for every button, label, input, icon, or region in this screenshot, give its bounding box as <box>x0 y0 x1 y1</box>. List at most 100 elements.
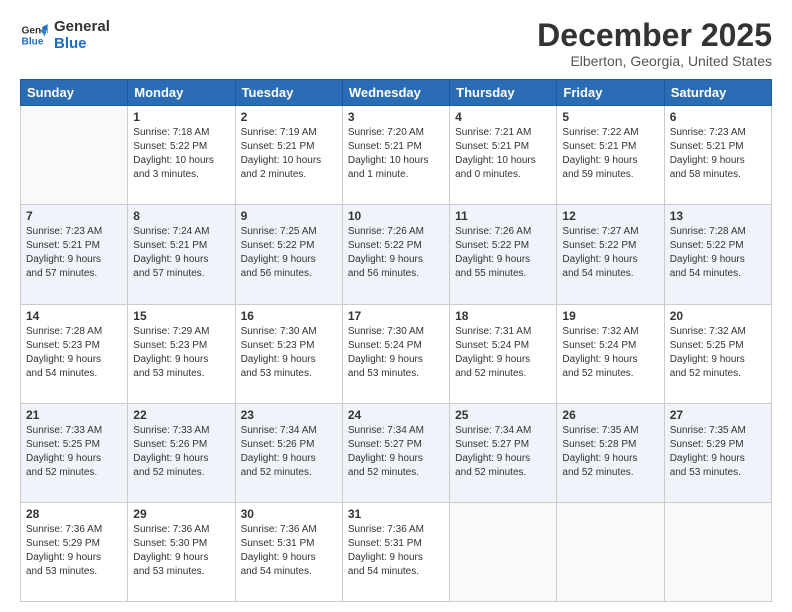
day-number: 7 <box>26 209 122 223</box>
calendar-cell: 3Sunrise: 7:20 AM Sunset: 5:21 PM Daylig… <box>342 106 449 205</box>
cell-info: Sunrise: 7:26 AM Sunset: 5:22 PM Dayligh… <box>348 225 444 281</box>
calendar-cell: 20 Sunrise: 7:32 AM Sunset: 5:25 PM Dayli… <box>664 304 771 403</box>
cell-info: Sunrise: 7:31 AM Sunset: 5:24 PM Dayligh… <box>455 325 551 381</box>
cell-info: Sunrise: 7:35 AM Sunset: 5:29 PM Dayligh… <box>670 424 766 480</box>
day-number: 24 <box>348 408 444 422</box>
cell-info: Sunrise: 7:36 AM Sunset: 5:31 PM Dayligh… <box>241 523 337 579</box>
cell-info: Sunrise: 7:34 AM Sunset: 5:26 PM Dayligh… <box>241 424 337 480</box>
day-number: 11 <box>455 209 551 223</box>
calendar-cell: 29 Sunrise: 7:36 AM Sunset: 5:30 PM Dayli… <box>128 502 235 601</box>
cell-info: Sunrise: 7:21 AM Sunset: 5:21 PM Dayligh… <box>455 126 551 182</box>
logo: General Blue General Blue <box>20 18 110 53</box>
cell-info: Sunrise: 7:32 AM Sunset: 5:24 PM Dayligh… <box>562 325 658 381</box>
calendar-cell: 22 Sunrise: 7:33 AM Sunset: 5:26 PM Dayli… <box>128 403 235 502</box>
calendar-cell: 25Sunrise: 7:34 AM Sunset: 5:27 PM Dayli… <box>450 403 557 502</box>
calendar-header-cell: Saturday <box>664 80 771 106</box>
month-title: December 2025 <box>537 18 772 53</box>
calendar-cell: 23 Sunrise: 7:34 AM Sunset: 5:26 PM Dayli… <box>235 403 342 502</box>
calendar-header-cell: Sunday <box>21 80 128 106</box>
calendar-header-cell: Friday <box>557 80 664 106</box>
day-number: 9 <box>241 209 337 223</box>
day-number: 22 <box>133 408 229 422</box>
calendar-cell: 13Sunrise: 7:28 AM Sunset: 5:22 PM Dayli… <box>664 205 771 304</box>
day-number: 10 <box>348 209 444 223</box>
day-number: 19 <box>562 309 658 323</box>
calendar-cell: 27 Sunrise: 7:35 AM Sunset: 5:29 PM Dayli… <box>664 403 771 502</box>
calendar-week-row: 28 Sunrise: 7:36 AM Sunset: 5:29 PM Dayli… <box>21 502 772 601</box>
cell-info: Sunrise: 7:29 AM Sunset: 5:23 PM Dayligh… <box>133 325 229 381</box>
calendar-cell: 9Sunrise: 7:25 AM Sunset: 5:22 PM Daylig… <box>235 205 342 304</box>
calendar-week-row: 21 Sunrise: 7:33 AM Sunset: 5:25 PM Dayli… <box>21 403 772 502</box>
calendar-body: 1Sunrise: 7:18 AM Sunset: 5:22 PM Daylig… <box>21 106 772 602</box>
cell-info: Sunrise: 7:28 AM Sunset: 5:23 PM Dayligh… <box>26 325 122 381</box>
calendar-cell: 6 Sunrise: 7:23 AM Sunset: 5:21 PM Daylig… <box>664 106 771 205</box>
cell-info: Sunrise: 7:24 AM Sunset: 5:21 PM Dayligh… <box>133 225 229 281</box>
calendar-cell <box>21 106 128 205</box>
calendar-cell: 18 Sunrise: 7:31 AM Sunset: 5:24 PM Dayli… <box>450 304 557 403</box>
day-number: 29 <box>133 507 229 521</box>
calendar-week-row: 7 Sunrise: 7:23 AM Sunset: 5:21 PM Daylig… <box>21 205 772 304</box>
logo-line1: General <box>54 18 110 35</box>
calendar-header-cell: Wednesday <box>342 80 449 106</box>
calendar-cell: 19 Sunrise: 7:32 AM Sunset: 5:24 PM Dayli… <box>557 304 664 403</box>
calendar-cell <box>664 502 771 601</box>
cell-info: Sunrise: 7:33 AM Sunset: 5:26 PM Dayligh… <box>133 424 229 480</box>
cell-info: Sunrise: 7:18 AM Sunset: 5:22 PM Dayligh… <box>133 126 229 182</box>
svg-text:Blue: Blue <box>22 37 44 48</box>
day-number: 13 <box>670 209 766 223</box>
cell-info: Sunrise: 7:36 AM Sunset: 5:31 PM Dayligh… <box>348 523 444 579</box>
calendar-cell: 1Sunrise: 7:18 AM Sunset: 5:22 PM Daylig… <box>128 106 235 205</box>
cell-info: Sunrise: 7:32 AM Sunset: 5:25 PM Dayligh… <box>670 325 766 381</box>
calendar-cell: 10 Sunrise: 7:26 AM Sunset: 5:22 PM Dayli… <box>342 205 449 304</box>
page: General Blue General Blue December 2025 … <box>0 0 792 612</box>
cell-info: Sunrise: 7:23 AM Sunset: 5:21 PM Dayligh… <box>26 225 122 281</box>
day-number: 26 <box>562 408 658 422</box>
day-number: 15 <box>133 309 229 323</box>
day-number: 6 <box>670 110 766 124</box>
day-number: 28 <box>26 507 122 521</box>
day-number: 8 <box>133 209 229 223</box>
calendar-cell: 28 Sunrise: 7:36 AM Sunset: 5:29 PM Dayli… <box>21 502 128 601</box>
day-number: 30 <box>241 507 337 521</box>
day-number: 2 <box>241 110 337 124</box>
day-number: 12 <box>562 209 658 223</box>
cell-info: Sunrise: 7:34 AM Sunset: 5:27 PM Dayligh… <box>455 424 551 480</box>
calendar-cell: 5Sunrise: 7:22 AM Sunset: 5:21 PM Daylig… <box>557 106 664 205</box>
header: General Blue General Blue December 2025 … <box>20 18 772 69</box>
day-number: 17 <box>348 309 444 323</box>
calendar-cell: 31 Sunrise: 7:36 AM Sunset: 5:31 PM Dayli… <box>342 502 449 601</box>
cell-info: Sunrise: 7:36 AM Sunset: 5:30 PM Dayligh… <box>133 523 229 579</box>
day-number: 20 <box>670 309 766 323</box>
day-number: 18 <box>455 309 551 323</box>
cell-info: Sunrise: 7:23 AM Sunset: 5:21 PM Dayligh… <box>670 126 766 182</box>
calendar-cell <box>450 502 557 601</box>
cell-info: Sunrise: 7:27 AM Sunset: 5:22 PM Dayligh… <box>562 225 658 281</box>
cell-info: Sunrise: 7:35 AM Sunset: 5:28 PM Dayligh… <box>562 424 658 480</box>
location: Elberton, Georgia, United States <box>537 53 772 69</box>
cell-info: Sunrise: 7:26 AM Sunset: 5:22 PM Dayligh… <box>455 225 551 281</box>
calendar-cell: 21 Sunrise: 7:33 AM Sunset: 5:25 PM Dayli… <box>21 403 128 502</box>
cell-info: Sunrise: 7:33 AM Sunset: 5:25 PM Dayligh… <box>26 424 122 480</box>
calendar-cell: 12 Sunrise: 7:27 AM Sunset: 5:22 PM Dayli… <box>557 205 664 304</box>
calendar-cell: 8 Sunrise: 7:24 AM Sunset: 5:21 PM Daylig… <box>128 205 235 304</box>
calendar-cell: 16Sunrise: 7:30 AM Sunset: 5:23 PM Dayli… <box>235 304 342 403</box>
day-number: 21 <box>26 408 122 422</box>
day-number: 5 <box>562 110 658 124</box>
day-number: 27 <box>670 408 766 422</box>
calendar-header-cell: Tuesday <box>235 80 342 106</box>
day-number: 4 <box>455 110 551 124</box>
calendar-header-cell: Thursday <box>450 80 557 106</box>
calendar-cell: 15 Sunrise: 7:29 AM Sunset: 5:23 PM Dayli… <box>128 304 235 403</box>
calendar-header-row: SundayMondayTuesdayWednesdayThursdayFrid… <box>21 80 772 106</box>
calendar-cell: 17 Sunrise: 7:30 AM Sunset: 5:24 PM Dayli… <box>342 304 449 403</box>
calendar-cell: 30 Sunrise: 7:36 AM Sunset: 5:31 PM Dayli… <box>235 502 342 601</box>
calendar-cell: 14Sunrise: 7:28 AM Sunset: 5:23 PM Dayli… <box>21 304 128 403</box>
day-number: 23 <box>241 408 337 422</box>
calendar-week-row: 1Sunrise: 7:18 AM Sunset: 5:22 PM Daylig… <box>21 106 772 205</box>
logo-line2: Blue <box>54 35 110 52</box>
cell-info: Sunrise: 7:36 AM Sunset: 5:29 PM Dayligh… <box>26 523 122 579</box>
day-number: 16 <box>241 309 337 323</box>
day-number: 31 <box>348 507 444 521</box>
cell-info: Sunrise: 7:30 AM Sunset: 5:24 PM Dayligh… <box>348 325 444 381</box>
calendar-cell: 24Sunrise: 7:34 AM Sunset: 5:27 PM Dayli… <box>342 403 449 502</box>
